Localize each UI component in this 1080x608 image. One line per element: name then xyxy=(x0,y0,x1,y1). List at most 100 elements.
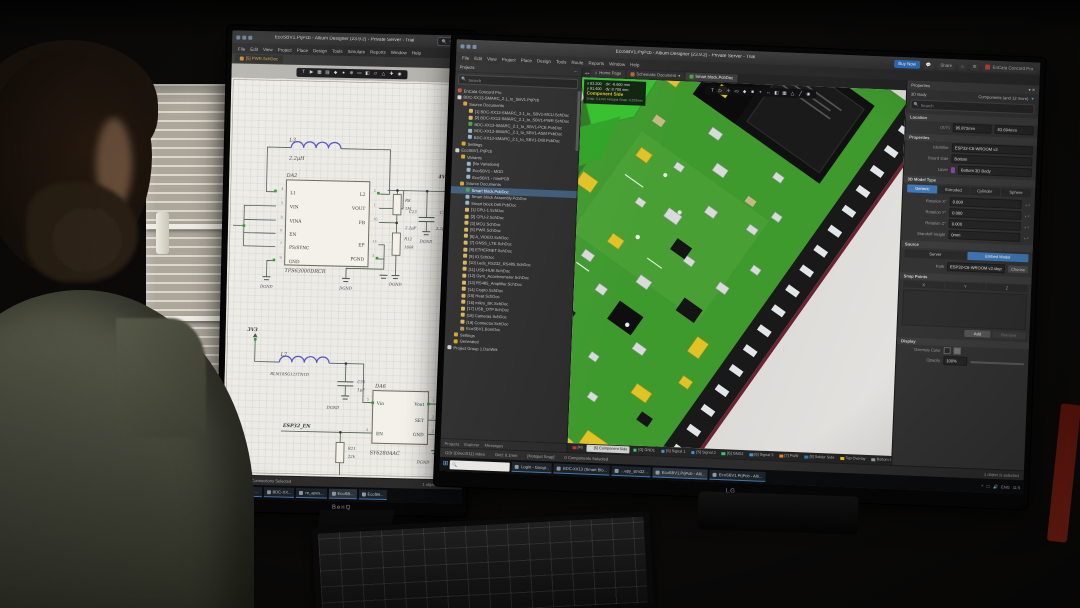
toolbar-icon[interactable]: △ xyxy=(381,71,386,77)
model-type-option[interactable]: Generic xyxy=(907,184,938,193)
taskbar-item[interactable]: EcoSBV1.PrjPcb - Alti... xyxy=(653,467,709,479)
menu-item[interactable]: Route xyxy=(571,59,583,64)
panel-tab[interactable]: Explorer xyxy=(464,441,479,447)
toolbar-icon[interactable]: ▭ xyxy=(734,88,739,94)
buy-now-button[interactable]: Buy Now xyxy=(894,59,920,68)
toolbar-icon[interactable]: ╱ xyxy=(798,90,803,96)
tray-clock[interactable]: 11:5 xyxy=(1013,484,1021,489)
override-color-checkbox[interactable] xyxy=(944,347,951,354)
quick-access-icons[interactable] xyxy=(236,35,252,39)
menu-item[interactable]: File xyxy=(238,46,245,51)
share-button[interactable]: Share xyxy=(937,61,955,70)
windows-start-icon[interactable]: ⊞ xyxy=(443,459,449,469)
panel-options-icon[interactable]: ⋯ xyxy=(573,69,577,74)
stepper-icons[interactable]: ▲▼ xyxy=(1024,214,1030,218)
stepper-icons[interactable]: ▲▼ xyxy=(1023,236,1029,240)
toolbar-icon[interactable]: ⊕ xyxy=(349,70,354,76)
tab-home-page[interactable]: ⌂Home Page xyxy=(591,69,626,78)
model-type-option[interactable]: Extruded xyxy=(938,186,969,195)
menu-item[interactable]: Design xyxy=(313,48,327,53)
menu-item[interactable]: Project xyxy=(502,57,516,63)
remove-button[interactable]: Remove xyxy=(992,331,1026,339)
schematic-canvas[interactable]: L3 2.2µH 4V2_LTE DA2 TPS63000DRCR R8 1M … xyxy=(222,77,471,479)
windows-start-icon[interactable]: ⊞ xyxy=(225,486,231,496)
toolbar-icon[interactable]: ⌖ xyxy=(758,89,763,95)
toolbar-icon[interactable]: ＋ xyxy=(726,88,731,94)
tray-display-icon[interactable]: 🖵 xyxy=(986,483,990,488)
menu-item[interactable]: File xyxy=(462,55,469,60)
toolbar-icon[interactable]: ▱ xyxy=(373,71,378,77)
menu-item[interactable]: Window xyxy=(609,61,625,67)
tray-volume-icon[interactable]: 🔊 xyxy=(993,484,998,489)
taskbar-item[interactable]: EcoSB... xyxy=(328,489,356,500)
panel-tab[interactable]: Messages xyxy=(484,442,503,448)
menu-item[interactable]: Edit xyxy=(474,55,482,60)
override-color-swatch[interactable] xyxy=(954,347,961,354)
taskbar-item[interactable]: BDC-XX13 (Smart Blo... xyxy=(554,463,610,475)
toolbar-icon[interactable]: ▦ xyxy=(317,69,322,75)
taskbar-item[interactable]: re_apos... xyxy=(296,488,326,499)
panel-tab[interactable]: Projects xyxy=(444,441,459,447)
pcb-3d-viewport[interactable]: x 83.200dx: -6.600 mm y 91.400dy: 8.700 … xyxy=(568,77,906,456)
toolbar-icon[interactable]: ↔ xyxy=(766,89,771,95)
toolbar-icon[interactable]: ◆ xyxy=(742,88,747,94)
toolbar-icon[interactable]: ◉ xyxy=(397,71,402,77)
menu-item[interactable]: Project xyxy=(278,47,292,52)
comment-icon[interactable]: 💬 xyxy=(923,60,935,68)
path-field[interactable]: ESP32-C6-WROOM v3.step xyxy=(947,262,1005,273)
menu-item[interactable]: Place xyxy=(521,57,532,62)
tray-chevron-icon[interactable]: ^ xyxy=(981,483,983,488)
x-field[interactable]: 95.872mm xyxy=(952,123,991,134)
toolbar-icon[interactable]: T xyxy=(710,87,715,93)
filter-funnel-icon[interactable]: ▼ xyxy=(1030,96,1035,101)
stepper-icons[interactable]: ▲▼ xyxy=(1024,225,1030,229)
tray-language[interactable]: ENG xyxy=(1001,484,1010,489)
keyboard[interactable] xyxy=(312,511,655,608)
toolbar-icon[interactable]: ● xyxy=(341,70,346,76)
toolbar-icon[interactable]: ▷ xyxy=(718,87,723,93)
opacity-value[interactable]: 100% xyxy=(943,356,967,366)
toolbar-icon[interactable]: ▭ xyxy=(357,70,362,76)
menu-item[interactable]: Place xyxy=(297,47,308,52)
menu-item[interactable]: Reports xyxy=(370,49,386,54)
model-type-option[interactable]: Cylinder xyxy=(969,187,1000,196)
taskbar-item[interactable]: EcoSBV1.PrjPcb - Alti... xyxy=(710,470,766,482)
source-option[interactable]: Server xyxy=(904,249,966,259)
add-button[interactable]: Add xyxy=(965,330,991,338)
nav-back-icon[interactable]: ◂ xyxy=(584,70,586,75)
layer-tab[interactable]: [G] GND2 xyxy=(720,450,746,458)
snap-points-table[interactable] xyxy=(902,289,1027,330)
toolbar-icon[interactable]: T xyxy=(301,69,306,75)
layer-tab[interactable]: [6] Signal 3 xyxy=(747,451,775,459)
taskbar-item[interactable]: BDC-XX... xyxy=(263,487,294,498)
layer-tab[interactable]: Top Overlay xyxy=(838,455,868,463)
menu-item[interactable]: Edit xyxy=(250,46,258,51)
choose-button[interactable]: Choose xyxy=(1008,266,1028,274)
model-type-option[interactable]: Sphere xyxy=(1001,188,1032,197)
menu-item[interactable]: Window xyxy=(391,49,407,54)
status-editor[interactable]: Editor xyxy=(227,477,238,482)
layer-tab[interactable]: [7] PWR xyxy=(777,452,800,460)
doc-tab-pwr[interactable]: [5] PWR.SchDoc xyxy=(235,54,283,63)
toolbar-icon[interactable]: ▦ xyxy=(782,90,787,96)
layer-tab[interactable]: [M] xyxy=(570,444,585,452)
server-status[interactable]: EnCata Concord Pro xyxy=(982,63,1036,73)
nav-fwd-icon[interactable]: ▸ xyxy=(588,70,590,75)
taskbar-item[interactable]: ...epy_stm32... xyxy=(612,466,651,478)
menu-item[interactable]: Design xyxy=(537,58,551,64)
toolbar-icon[interactable]: ◉ xyxy=(806,91,811,97)
menu-item[interactable]: Help xyxy=(412,50,421,55)
layer-tab[interactable]: [S] Signal 2 xyxy=(689,449,718,457)
layer-tab[interactable]: [G] GND1 xyxy=(631,447,657,455)
toolbar-icon[interactable]: ◆ xyxy=(333,70,338,76)
layer-select[interactable]: Bottom 3D Body xyxy=(958,165,1032,177)
taskbar-item[interactable]: EcoSB... xyxy=(358,489,386,500)
opacity-slider[interactable] xyxy=(970,361,1024,365)
toolbar-icon[interactable]: ■ xyxy=(750,89,755,95)
toolbar-icon[interactable]: ◧ xyxy=(365,70,370,76)
menu-item[interactable]: Help xyxy=(630,62,639,67)
gear-icon[interactable]: ⚙ xyxy=(970,62,980,70)
home-icon[interactable]: ⌂ xyxy=(958,62,967,70)
source-option[interactable]: Embed Model xyxy=(967,252,1029,262)
menu-item[interactable]: View xyxy=(263,47,273,52)
